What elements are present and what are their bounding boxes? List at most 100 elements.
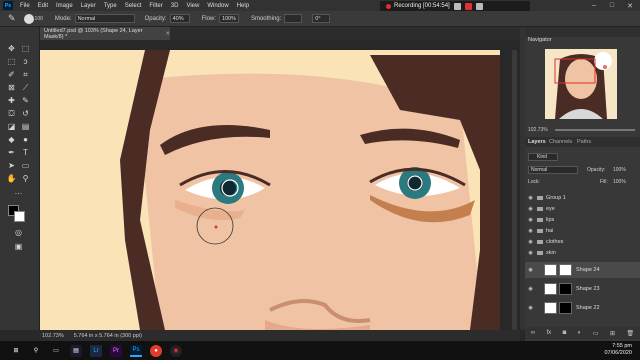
visibility-eye-icon[interactable]: ◉ bbox=[527, 239, 534, 245]
blur-tool-icon[interactable]: ◆ bbox=[6, 134, 17, 145]
explorer-app-icon[interactable]: ▤ bbox=[70, 344, 82, 357]
blend-mode-select[interactable]: Normal bbox=[528, 166, 578, 174]
quick-select-tool-icon[interactable]: ✐ bbox=[6, 69, 17, 80]
search-icon[interactable]: ⚲ bbox=[30, 345, 42, 357]
task-view-icon[interactable]: ▭ bbox=[50, 345, 62, 357]
menu-edit[interactable]: Edit bbox=[34, 3, 52, 9]
visibility-eye-icon[interactable]: ◉ bbox=[527, 206, 534, 212]
menu-file[interactable]: File bbox=[16, 3, 34, 9]
visibility-eye-icon[interactable]: ◉ bbox=[527, 267, 534, 273]
quick-mask-icon[interactable]: ◎ bbox=[13, 227, 24, 238]
move-tool-icon[interactable]: ✥ bbox=[6, 43, 17, 54]
layer-row[interactable]: ◉ Shape 23 bbox=[525, 281, 640, 297]
layer-group-row[interactable]: ◉ lips bbox=[525, 215, 640, 224]
healing-tool-icon[interactable]: ✚ bbox=[6, 95, 17, 106]
menu-help[interactable]: Help bbox=[233, 3, 253, 9]
pen-tool-icon[interactable]: ✒ bbox=[6, 147, 17, 158]
menu-select[interactable]: Select bbox=[121, 3, 146, 9]
lightroom-app-icon[interactable]: Lr bbox=[90, 344, 102, 357]
background-color-swatch[interactable] bbox=[14, 211, 25, 222]
brush-tool-icon[interactable]: ✎ bbox=[8, 13, 16, 24]
delete-layer-icon[interactable]: 🗑 bbox=[627, 330, 635, 337]
camera-icon[interactable] bbox=[475, 2, 483, 10]
recorder-app-icon[interactable]: ◉ bbox=[170, 344, 182, 357]
frame-tool-icon[interactable]: ⊠ bbox=[6, 82, 17, 93]
visibility-eye-icon[interactable]: ◉ bbox=[527, 305, 534, 311]
brush-tool-icon-left[interactable]: ✎ bbox=[20, 95, 31, 106]
mode-select[interactable]: Normal bbox=[74, 14, 135, 23]
add-mask-icon[interactable]: ◙ bbox=[563, 330, 567, 336]
layer-opacity-value[interactable]: 100% bbox=[613, 167, 626, 173]
path-select-tool-icon[interactable]: ➤ bbox=[6, 160, 17, 171]
layer-group-row[interactable]: ◉ skin bbox=[525, 248, 640, 257]
type-tool-icon[interactable]: T bbox=[20, 147, 31, 158]
windows-start-icon[interactable]: ⊞ bbox=[10, 345, 22, 357]
clone-stamp-tool-icon[interactable]: ⛋ bbox=[6, 108, 17, 119]
layer-row-selected[interactable]: ◉ Shape 24 bbox=[525, 262, 640, 278]
layer-row[interactable]: ◉ Shape 22 bbox=[525, 300, 640, 316]
menu-type[interactable]: Type bbox=[100, 3, 121, 9]
document-tab[interactable]: Untitled7.psd @ 103% (Shape 24, Layer Ma… bbox=[40, 27, 170, 40]
eyedropper-tool-icon[interactable]: ⟋ bbox=[20, 82, 31, 93]
dodge-tool-icon[interactable]: ● bbox=[20, 134, 31, 145]
menu-3d[interactable]: 3D bbox=[167, 3, 183, 9]
canvas-area[interactable] bbox=[40, 40, 520, 331]
menu-image[interactable]: Image bbox=[52, 3, 77, 9]
menu-filter[interactable]: Filter bbox=[145, 3, 166, 9]
more-tools-icon[interactable]: … bbox=[13, 186, 24, 197]
layer-group-row[interactable]: ◉ eye bbox=[525, 204, 640, 213]
layer-group-row[interactable]: ◉ clothes bbox=[525, 237, 640, 246]
minimize-icon[interactable]: – bbox=[585, 0, 603, 11]
close-icon[interactable]: ✕ bbox=[621, 0, 639, 11]
opacity-field[interactable]: 40% bbox=[169, 14, 190, 23]
visibility-eye-icon[interactable]: ◉ bbox=[527, 286, 534, 292]
visibility-eye-icon[interactable]: ◉ bbox=[527, 217, 534, 223]
clock[interactable]: 7:55 pm 07/06/2020 bbox=[604, 343, 632, 357]
menu-view[interactable]: View bbox=[182, 3, 203, 9]
new-group-icon[interactable]: ▭ bbox=[593, 330, 599, 337]
stop-icon[interactable] bbox=[464, 2, 472, 10]
visibility-eye-icon[interactable]: ◉ bbox=[527, 250, 534, 256]
eraser-tool-icon[interactable]: ◪ bbox=[6, 121, 17, 132]
navigator-zoom-slider[interactable] bbox=[555, 129, 635, 131]
gradient-tool-icon[interactable]: ▤ bbox=[20, 121, 31, 132]
navigator-tab[interactable]: Navigator bbox=[528, 37, 552, 43]
zoom-tool-icon[interactable]: ⚲ bbox=[20, 173, 31, 184]
new-layer-icon[interactable]: ⊞ bbox=[610, 330, 615, 337]
shape-tool-icon[interactable]: ▭ bbox=[20, 160, 31, 171]
layer-group-row[interactable]: ◉ hai bbox=[525, 226, 640, 235]
adjustment-layer-icon[interactable]: ◐ bbox=[578, 330, 582, 336]
lasso-tool-icon[interactable]: ↄ bbox=[20, 56, 31, 67]
vertical-scrollbar[interactable] bbox=[512, 50, 517, 330]
hand-tool-icon[interactable]: ✋ bbox=[6, 173, 17, 184]
crop-tool-icon[interactable]: ⌗ bbox=[20, 69, 31, 80]
navigator-zoom[interactable]: 102.73% bbox=[528, 127, 548, 133]
marquee-tool-icon[interactable]: ⬚ bbox=[6, 56, 17, 67]
artboard-tool-icon[interactable]: ⬚ bbox=[20, 43, 31, 54]
kind-filter[interactable]: Kind bbox=[528, 153, 558, 161]
navigator-thumbnail[interactable] bbox=[545, 49, 617, 119]
fx-icon[interactable]: fx bbox=[547, 330, 552, 336]
chrome-app-icon[interactable]: ● bbox=[150, 344, 162, 357]
link-layers-icon[interactable]: ∞ bbox=[531, 330, 535, 336]
smoothing-field[interactable] bbox=[284, 14, 303, 23]
layer-group-row[interactable]: ◉ Group 1 bbox=[525, 193, 640, 202]
screen-mode-icon[interactable]: ▣ bbox=[13, 241, 24, 252]
maximize-icon[interactable]: □ bbox=[603, 0, 621, 11]
fill-value[interactable]: 100% bbox=[613, 179, 626, 185]
paths-tab[interactable]: Paths bbox=[577, 139, 591, 145]
pause-icon[interactable] bbox=[453, 2, 461, 10]
brush-preset-icon[interactable] bbox=[23, 13, 34, 24]
visibility-eye-icon[interactable]: ◉ bbox=[527, 195, 534, 201]
angle-field[interactable]: 0° bbox=[312, 14, 331, 23]
photoshop-app-icon[interactable]: Ps bbox=[130, 344, 142, 357]
flow-field[interactable]: 100% bbox=[218, 14, 239, 23]
menu-window[interactable]: Window bbox=[203, 3, 232, 9]
close-tab-icon[interactable]: ✕ bbox=[165, 31, 170, 37]
menu-layer[interactable]: Layer bbox=[77, 3, 100, 9]
artwork-canvas[interactable] bbox=[40, 40, 520, 331]
layers-tab[interactable]: Layers bbox=[528, 139, 546, 145]
history-brush-tool-icon[interactable]: ↺ bbox=[20, 108, 31, 119]
visibility-eye-icon[interactable]: ◉ bbox=[527, 228, 534, 234]
channels-tab[interactable]: Channels bbox=[549, 139, 572, 145]
